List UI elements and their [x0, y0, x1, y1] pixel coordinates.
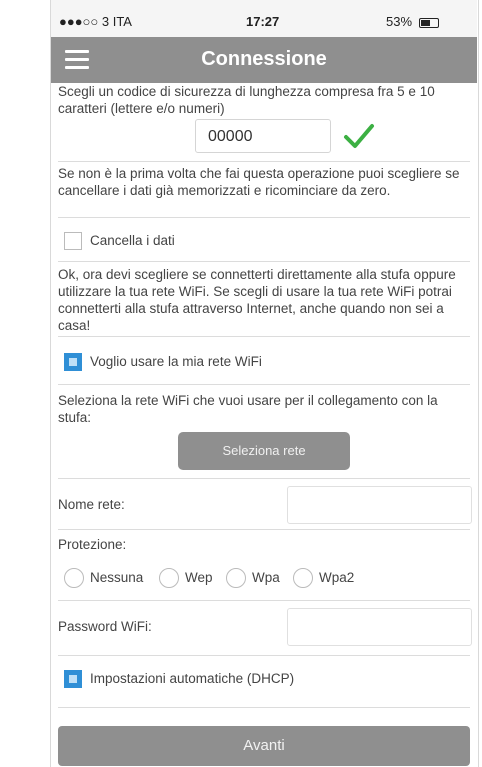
page-title: Connessione — [201, 48, 327, 70]
use-wifi-checkbox[interactable] — [64, 353, 82, 371]
divider — [58, 161, 470, 162]
status-bar: ●●●○○ 3 ITA 17:27 53% — [51, 0, 477, 37]
battery-indicator: 53% — [386, 14, 439, 29]
clock: 17:27 — [246, 14, 280, 29]
nav-bar: Connessione — [51, 37, 477, 83]
security-code-input[interactable]: 00000 — [195, 119, 331, 153]
radio-nessuna[interactable] — [64, 568, 84, 588]
dhcp-checkbox[interactable] — [64, 670, 82, 688]
divider — [58, 384, 470, 385]
battery-icon — [418, 17, 439, 28]
battery-percent: 53% — [386, 14, 413, 29]
security-instruction: Scegli un codice di sicurezza di lunghez… — [58, 84, 435, 116]
radio-wpa-label: Wpa — [252, 570, 280, 585]
divider — [58, 655, 470, 656]
network-name-label: Nome rete: — [58, 497, 125, 512]
wifi-instruction: Ok, ora devi scegliere se connetterti di… — [58, 267, 456, 333]
select-network-button[interactable]: Seleziona rete — [178, 432, 350, 470]
radio-wpa2[interactable] — [293, 568, 313, 588]
radio-nessuna-label: Nessuna — [90, 570, 144, 585]
divider — [58, 707, 470, 708]
divider — [58, 336, 470, 337]
clear-data-label: Cancella i dati — [90, 233, 175, 248]
dhcp-label: Impostazioni automatiche (DHCP) — [90, 671, 295, 686]
network-name-field[interactable] — [287, 486, 472, 524]
next-button[interactable]: Avanti — [58, 726, 470, 766]
radio-wpa[interactable] — [226, 568, 246, 588]
radio-wep-label: Wep — [185, 570, 213, 585]
radio-wep[interactable] — [159, 568, 179, 588]
password-label: Password WiFi: — [58, 619, 152, 634]
divider — [58, 261, 470, 262]
use-wifi-label: Voglio usare la mia rete WiFi — [90, 354, 262, 369]
password-field[interactable] — [287, 608, 472, 646]
divider — [58, 217, 470, 218]
clear-data-checkbox[interactable] — [64, 232, 82, 250]
radio-wpa2-label: Wpa2 — [319, 570, 355, 585]
divider — [58, 600, 470, 601]
carrier-label: ●●●○○ 3 ITA — [59, 14, 132, 29]
protection-label: Protezione: — [58, 537, 127, 552]
check-icon — [344, 124, 374, 148]
divider — [58, 478, 470, 479]
divider — [58, 529, 470, 530]
reset-instruction: Se non è la prima volta che fai questa o… — [58, 166, 460, 198]
network-instruction: Seleziona la rete WiFi che vuoi usare pe… — [58, 393, 438, 425]
